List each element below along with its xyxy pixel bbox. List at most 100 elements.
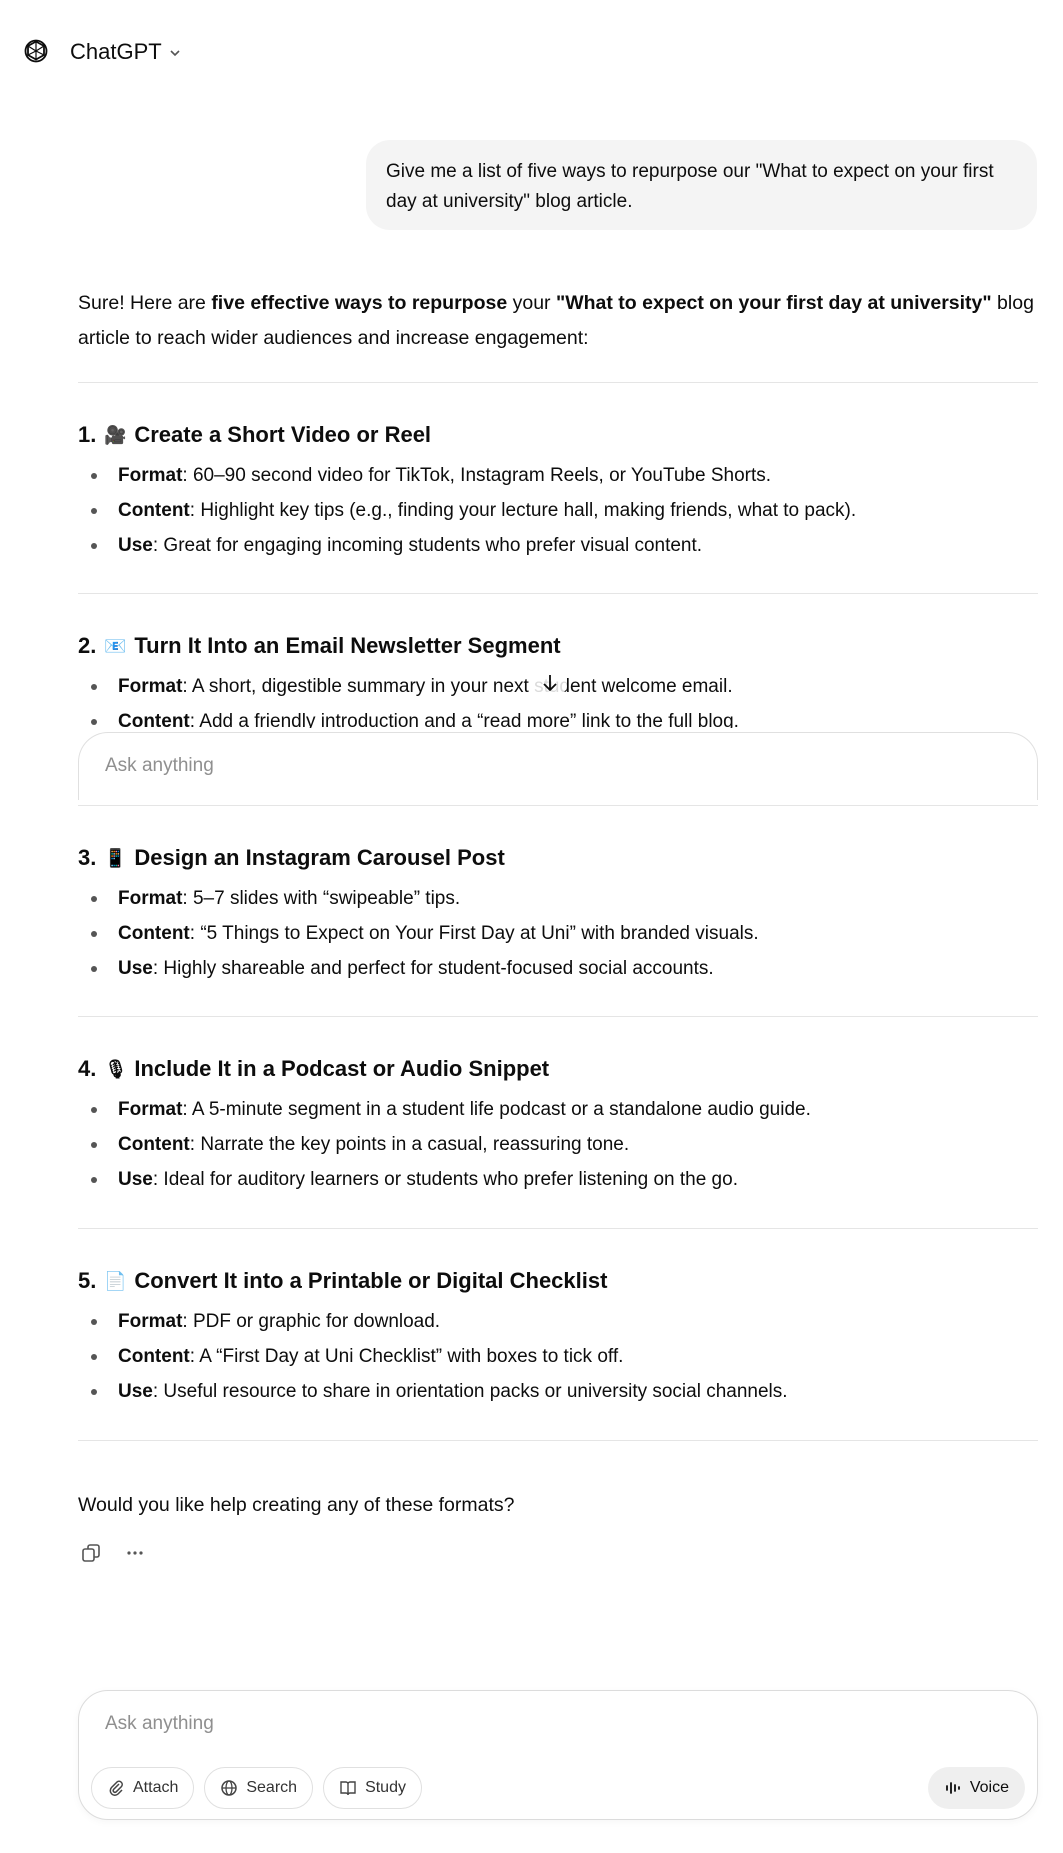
intro-text: your [507,292,556,314]
floating-composer[interactable]: Ask anything [78,732,1038,800]
item-text: : Ideal for auditory learners or student… [152,1169,738,1190]
divider [78,593,1038,594]
list-item: Format: 5–7 slides with “swipeable” tips… [78,881,1038,916]
item-label: Content [118,1134,190,1155]
chevron-down-icon [170,50,180,57]
assistant-intro: Sure! Here are five effective ways to re… [78,286,1038,356]
user-message: Give me a list of five ways to repurpose… [366,140,1037,230]
message-actions [78,1540,148,1566]
item-label: Content [118,711,190,728]
list-item: Format: PDF or graphic for download. [78,1304,1038,1339]
list-item: Use: Great for engaging incoming student… [78,528,1038,563]
copy-icon [82,1544,100,1562]
list-item: Content: Highlight key tips (e.g., findi… [78,493,1038,528]
divider [78,382,1038,383]
section-4: 4. 🎙 Include It in a Podcast or Audio Sn… [78,1054,1038,1197]
item-text: : Add a friendly introduction and a “rea… [189,711,739,728]
item-text: : Narrate the key points in a casual, re… [189,1134,630,1155]
item-label: Format [118,1099,183,1120]
bullet-list: Format: PDF or graphic for download. Con… [78,1304,1038,1409]
copy-button[interactable] [78,1540,104,1566]
attach-button[interactable]: Attach [91,1767,195,1809]
section-1: 1. 🎥 Create a Short Video or Reel Format… [78,420,1038,563]
item-text: : 60–90 second video for TikTok, Instagr… [182,465,772,486]
section-heading: 1. 🎥 Create a Short Video or Reel [78,420,1038,450]
list-item: Content: Add a friendly introduction and… [78,704,1038,728]
item-label: Use [118,535,153,556]
paperclip-icon [109,1780,123,1796]
list-item: Use: Ideal for auditory learners or stud… [78,1162,1038,1197]
header: ChatGPT [0,0,1063,104]
email-icon: 📧 [104,636,127,656]
composer-tools: Attach Search Study [91,1767,422,1809]
item-label: Format [118,888,183,909]
item-text: : A short, digestible summary in your ne… [182,676,733,697]
video-camera-icon: 🎥 [104,425,127,445]
list-item: Use: Highly shareable and perfect for st… [78,951,1038,986]
study-label: Study [365,1779,406,1796]
search-label: Search [246,1779,298,1796]
section-title: Include It in a Podcast or Audio Snippet [134,1056,550,1081]
model-selector[interactable]: ChatGPT [70,38,182,66]
intro-text: Sure! Here are [78,292,212,314]
voice-label: Voice [969,1779,1009,1796]
list-item: Content: A “First Day at Uni Checklist” … [78,1339,1038,1374]
section-number: 5. [78,1268,97,1293]
list-item: Format: A 5-minute segment in a student … [78,1092,1038,1127]
item-label: Content [118,1346,190,1367]
ellipsis-icon [127,1551,143,1555]
section-title: Turn It Into an Email Newsletter Segment [134,633,561,658]
closing-question: Would you like help creating any of thes… [78,1494,515,1516]
composer-input[interactable]: Ask anything [105,1713,214,1735]
list-item: Use: Useful resource to share in orienta… [78,1374,1038,1409]
waveform-icon [945,1782,960,1794]
bullet-list: Format: 60–90 second video for TikTok, I… [78,458,1038,563]
openai-logo-icon[interactable] [22,38,50,66]
section-heading: 2. 📧 Turn It Into an Email Newsletter Se… [78,631,1038,661]
scroll-to-bottom-button[interactable] [533,666,567,700]
divider [78,805,1038,806]
list-item: Format: 60–90 second video for TikTok, I… [78,458,1038,493]
bullet-list: Format: A 5-minute segment in a student … [78,1092,1038,1197]
section-number: 4. [78,1056,97,1081]
section-title: Design an Instagram Carousel Post [134,845,505,870]
voice-button[interactable]: Voice [927,1767,1025,1809]
book-icon [340,1781,356,1796]
item-label: Use [118,1169,153,1190]
section-5: 5. 📄 Convert It into a Printable or Digi… [78,1266,1038,1409]
item-text: : 5–7 slides with “swipeable” tips. [182,888,461,909]
divider [78,1016,1038,1017]
section-heading: 4. 🎙 Include It in a Podcast or Audio Sn… [78,1054,1038,1084]
document-icon: 📄 [104,1271,127,1291]
section-number: 2. [78,633,97,658]
item-text: : “5 Things to Expect on Your First Day … [189,923,759,944]
item-text: : A 5-minute segment in a student life p… [182,1099,811,1120]
bullet-list: Format: 5–7 slides with “swipeable” tips… [78,881,1038,986]
item-label: Format [118,676,183,697]
section-number: 3. [78,845,97,870]
section-heading: 5. 📄 Convert It into a Printable or Digi… [78,1266,1038,1296]
list-item: Content: “5 Things to Expect on Your Fir… [78,916,1038,951]
mobile-phone-icon: 📱 [104,848,127,868]
microphone-icon: 🎙 [104,1059,128,1079]
composer: Ask anything Attach Search Study Voice [78,1690,1038,1820]
item-label: Format [118,1311,183,1332]
study-button[interactable]: Study [323,1767,422,1809]
item-text: : Useful resource to share in orientatio… [152,1381,788,1402]
item-text: : PDF or graphic for download. [182,1311,441,1332]
section-title: Create a Short Video or Reel [134,422,432,447]
arrow-down-icon [543,675,557,692]
globe-icon [221,1780,238,1796]
item-text: : Highly shareable and perfect for stude… [152,958,714,979]
more-options-button[interactable] [122,1540,148,1566]
search-button[interactable]: Search [204,1767,314,1809]
section-title: Convert It into a Printable or Digital C… [134,1268,608,1293]
model-name-label: ChatGPT [70,39,162,64]
divider [78,1228,1038,1229]
list-item: Content: Narrate the key points in a cas… [78,1127,1038,1162]
intro-bold: five effective ways to repurpose [211,292,508,314]
item-label: Format [118,465,183,486]
composer-placeholder: Ask anything [105,755,214,776]
item-label: Use [118,1381,153,1402]
intro-bold-title: "What to expect on your first day at uni… [555,292,992,314]
